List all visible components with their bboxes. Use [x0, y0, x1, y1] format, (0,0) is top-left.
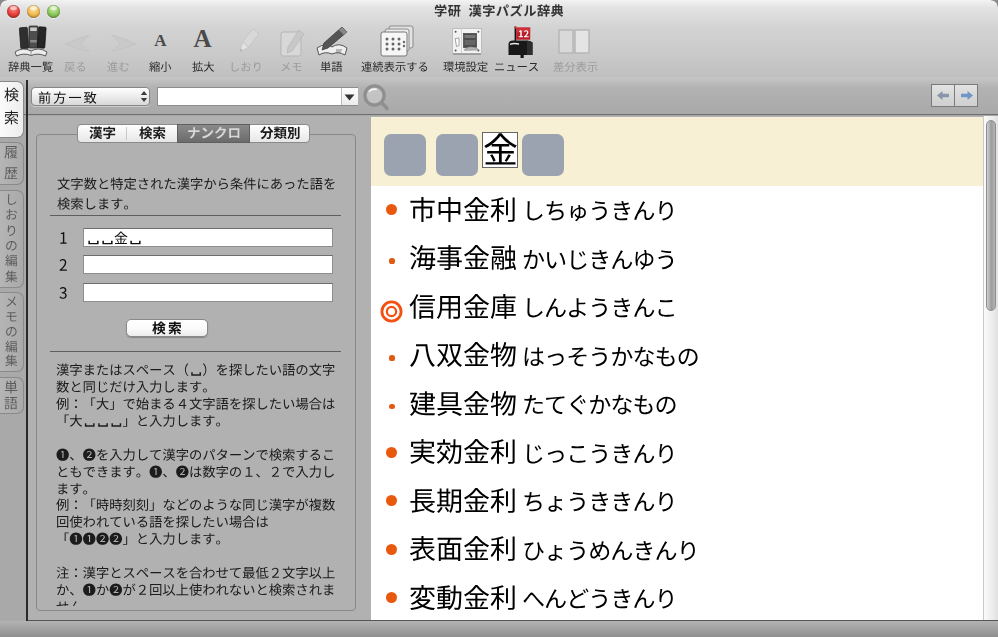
svg-text:A: A: [154, 32, 167, 48]
svg-text:A: A: [193, 26, 211, 48]
